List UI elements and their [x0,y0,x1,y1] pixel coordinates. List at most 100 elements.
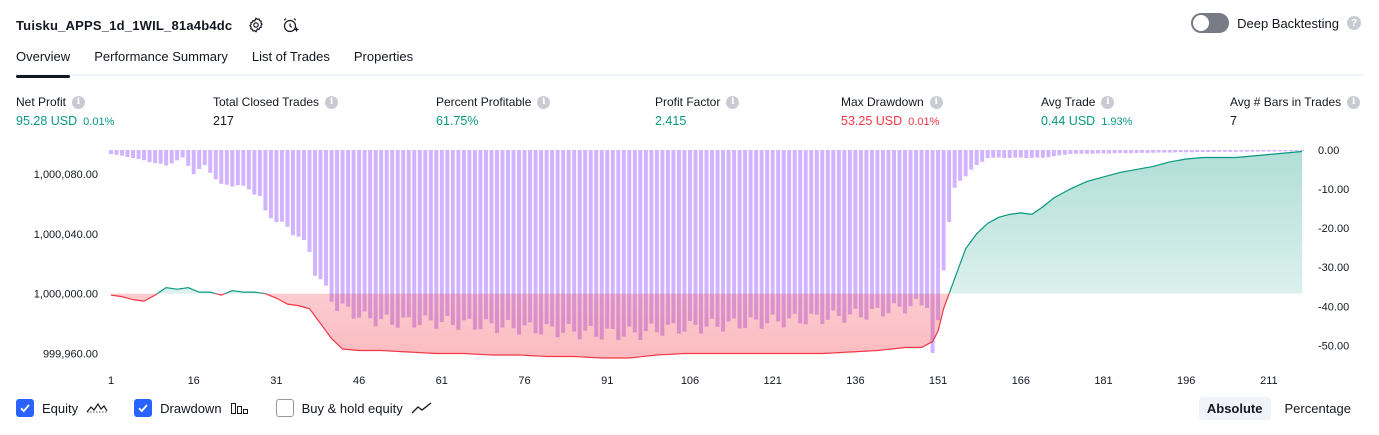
drawdown-bar [246,150,251,190]
tab-list-of-trades[interactable]: List of Trades [252,44,330,76]
info-icon[interactable]: i [726,95,740,109]
drawdown-bar [880,150,885,317]
drawdown-bar [985,150,990,159]
settings-icon[interactable] [246,15,266,35]
drawdown-bar [131,150,136,159]
drawdown-bar [169,150,174,164]
drawdown-bar [814,150,819,315]
drawdown-bar [858,150,863,318]
metric-net-profit: Net Profit i 95.28 USD 0.01% [16,94,114,128]
drawdown-bar [1046,150,1051,158]
drawdown-bar [1244,150,1249,152]
metric-value: 7 [1230,114,1237,128]
tab-properties[interactable]: Properties [354,44,413,76]
drawdown-bar [1272,150,1277,152]
drawdown-bar [831,150,836,311]
drawdown-bar [1222,150,1227,152]
x-axis-tick: 46 [353,375,365,387]
drawdown-bar [792,150,797,314]
drawdown-bar [914,150,919,299]
buyhold-line-icon [411,402,432,414]
drawdown-bar [1123,150,1128,154]
drawdown-bar [1090,150,1095,154]
metric-label: Avg Trade [1041,95,1096,109]
drawdown-bar [991,150,996,158]
drawdown-bar [252,150,257,195]
drawdown-bar [290,150,295,236]
checkbox-unchecked-icon[interactable] [275,399,294,417]
tab-performance-summary[interactable]: Performance Summary [94,44,228,76]
mode-absolute-button[interactable]: Absolute [1198,397,1271,420]
drawdown-bar [368,150,373,319]
drawdown-bar [809,150,814,314]
metric-label: Total Closed Trades [213,95,320,109]
drawdown-bar [1018,150,1023,158]
legend-equity[interactable]: Equity [16,399,108,417]
drawdown-bars-icon [230,403,248,414]
drawdown-bar [1173,150,1178,153]
right-axis-tick: -30.00 [1318,262,1349,274]
drawdown-bar [974,150,979,165]
drawdown-bar [1073,150,1078,154]
drawdown-bar [235,150,240,186]
equity-drawdown-chart[interactable]: 1,000,080.00 1,000,040.00 1,000,000.00 999,… [0,140,1379,390]
tab-overview[interactable]: Overview [16,44,71,78]
metric-value: 0.44 USD [1041,114,1096,128]
drawdown-bar [180,150,185,158]
metric-avg-trade: Avg Trade i 0.44 USD 1.93% [1041,94,1132,128]
drawdown-bar [1084,150,1089,154]
drawdown-bar [1206,150,1211,152]
drawdown-bar [853,150,858,309]
deep-backtesting-label: Deep Backtesting [1237,15,1339,31]
info-icon[interactable]: i [325,95,339,109]
legend-label: Equity [42,400,79,416]
drawdown-bar [335,150,340,312]
drawdown-bar [1266,150,1271,152]
drawdown-bar [1013,150,1018,158]
drawdown-bar [836,150,841,316]
mode-percentage-button[interactable]: Percentage [1277,397,1360,420]
x-axis-tick: 1 [108,375,114,387]
info-icon[interactable]: i [537,95,551,109]
x-axis-tick: 136 [846,375,864,387]
deep-backtesting-toggle[interactable] [1191,13,1230,33]
drawdown-bar [1167,150,1172,153]
drawdown-bar [1200,150,1205,152]
drawdown-bar [1079,150,1084,154]
legend-drawdown[interactable]: Drawdown [134,399,249,417]
info-icon[interactable]: i [72,95,86,109]
right-axis-tick: 0.00 [1318,145,1339,157]
checkbox-checked-icon[interactable] [16,399,34,417]
info-icon[interactable]: i [929,95,943,109]
metric-value: 217 [213,114,234,128]
drawdown-bar [268,150,273,219]
drawdown-bar [279,150,284,222]
drawdown-bar [1162,150,1167,153]
metric-label: Net Profit [16,95,67,109]
x-axis-tick: 121 [764,375,782,387]
drawdown-bar [313,150,317,276]
drawdown-bar [213,150,218,180]
drawdown-bar [969,150,974,170]
drawdown-bar [208,150,213,173]
info-icon[interactable]: i [1101,95,1115,109]
drawdown-bar [197,150,202,170]
drawdown-bar [1217,150,1222,152]
drawdown-bar [1151,150,1156,153]
legend-buy-hold[interactable]: Buy & hold equity [275,399,433,417]
drawdown-bar [142,150,147,161]
drawdown-bar [1029,150,1034,158]
right-axis-tick: -50.00 [1318,340,1349,352]
drawdown-bar [1062,150,1067,155]
drawdown-bar [1007,150,1012,159]
drawdown-bar [307,150,312,252]
drawdown-bar [925,150,930,308]
checkbox-checked-icon[interactable] [134,399,153,417]
add-alert-icon[interactable] [280,15,300,35]
drawdown-bar [1261,150,1266,152]
tab-bar: Overview Performance Summary List of Tra… [16,44,1363,78]
info-icon[interactable]: i [1347,95,1361,109]
drawdown-bar [1129,150,1134,154]
drawdown-bar [241,150,246,186]
help-icon[interactable]: ? [1347,16,1361,30]
